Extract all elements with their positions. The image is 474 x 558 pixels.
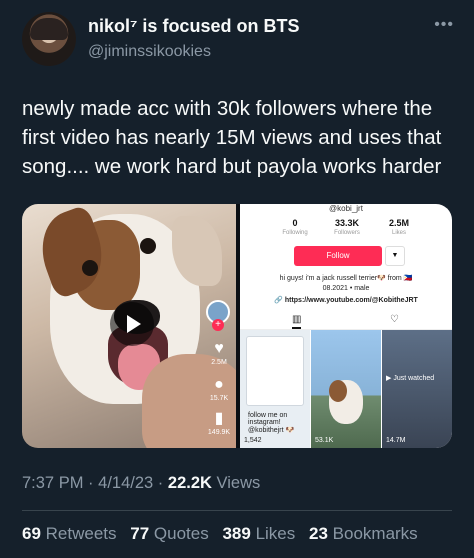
- likes-link[interactable]: 389 Likes: [222, 524, 295, 543]
- stat-likes: 2.5M Likes: [388, 218, 409, 236]
- tweet-meta: 7:37 PM · 4/14/23 · 22.2K Views: [22, 474, 261, 492]
- tweet-media[interactable]: + ♥ 2.5M ● 15.7K ▮ 149.9K @kobi_jrt 0 Fo…: [22, 204, 452, 448]
- bookmark-icon: ▮: [214, 410, 224, 427]
- nested-screenshot: [246, 336, 304, 406]
- video-grid: follow me on instagram! @kobithejrt 🐶 1,…: [240, 330, 452, 448]
- engagement-stats: 69 Retweets 77 Quotes 389 Likes 23 Bookm…: [22, 524, 427, 544]
- comment-icon: ●: [214, 376, 224, 393]
- video-thumb: 53.1K: [311, 330, 381, 448]
- chevron-down-icon: ▼: [385, 246, 405, 266]
- heart-outline-icon: ♡: [390, 314, 399, 325]
- views-label: Views: [216, 474, 261, 492]
- stat-followers: 33.3K Followers: [334, 218, 360, 236]
- comment-count: 15.7K: [209, 395, 229, 402]
- author-display-name[interactable]: nikol⁷ is focused on BTS: [88, 16, 299, 37]
- play-icon[interactable]: [110, 302, 154, 346]
- grid-icon: ▥: [292, 314, 302, 329]
- profile-stats: 0 Following 33.3K Followers 2.5M Likes: [240, 218, 452, 246]
- quotes-link[interactable]: 77 Quotes: [130, 524, 208, 543]
- share-action: ▮ 149.9K: [204, 410, 234, 438]
- tweet-date[interactable]: 4/14/23: [98, 474, 153, 492]
- tweet-header: nikol⁷ is focused on BTS @jiminssikookie…: [22, 10, 462, 70]
- follow-plus-icon: +: [212, 319, 224, 331]
- like-action: ♥ 2.5M: [204, 340, 234, 368]
- tiktok-video-thumbnail[interactable]: + ♥ 2.5M ● 15.7K ▮ 149.9K: [22, 204, 236, 448]
- tiktok-profile-screenshot[interactable]: @kobi_jrt 0 Following 33.3K Followers 2.…: [240, 204, 452, 448]
- bookmarks-link[interactable]: 23 Bookmarks: [309, 524, 418, 543]
- follow-button: Follow: [294, 246, 382, 266]
- like-count: 2.5M: [211, 359, 227, 366]
- author-handle[interactable]: @jiminssikookies: [88, 43, 211, 61]
- author-avatar[interactable]: [22, 12, 76, 66]
- profile-tabs: ▥ ♡: [240, 312, 452, 330]
- divider: [22, 510, 452, 511]
- views-count: 22.2K: [167, 474, 212, 492]
- tweet-time[interactable]: 7:37 PM: [22, 474, 83, 492]
- profile-link: 🔗 https://www.youtube.com/@KobitheJRT: [274, 297, 418, 304]
- stat-following: 0 Following: [282, 218, 308, 236]
- share-count: 149.9K: [207, 429, 231, 436]
- video-thumb: ▶ Just watched 14.7M: [382, 330, 452, 448]
- tweet-text: newly made acc with 30k followers where …: [22, 97, 442, 178]
- profile-bio: hi guys! i'm a jack russell terrier🐶 fro…: [279, 275, 413, 292]
- profile-username: @kobi_jrt: [329, 204, 363, 213]
- more-horizontal-icon[interactable]: •••: [434, 16, 454, 34]
- video-thumb: follow me on instagram! @kobithejrt 🐶 1,…: [240, 330, 310, 448]
- heart-icon: ♥: [214, 340, 224, 357]
- retweets-link[interactable]: 69 Retweets: [22, 524, 117, 543]
- comment-action: ● 15.7K: [204, 376, 234, 404]
